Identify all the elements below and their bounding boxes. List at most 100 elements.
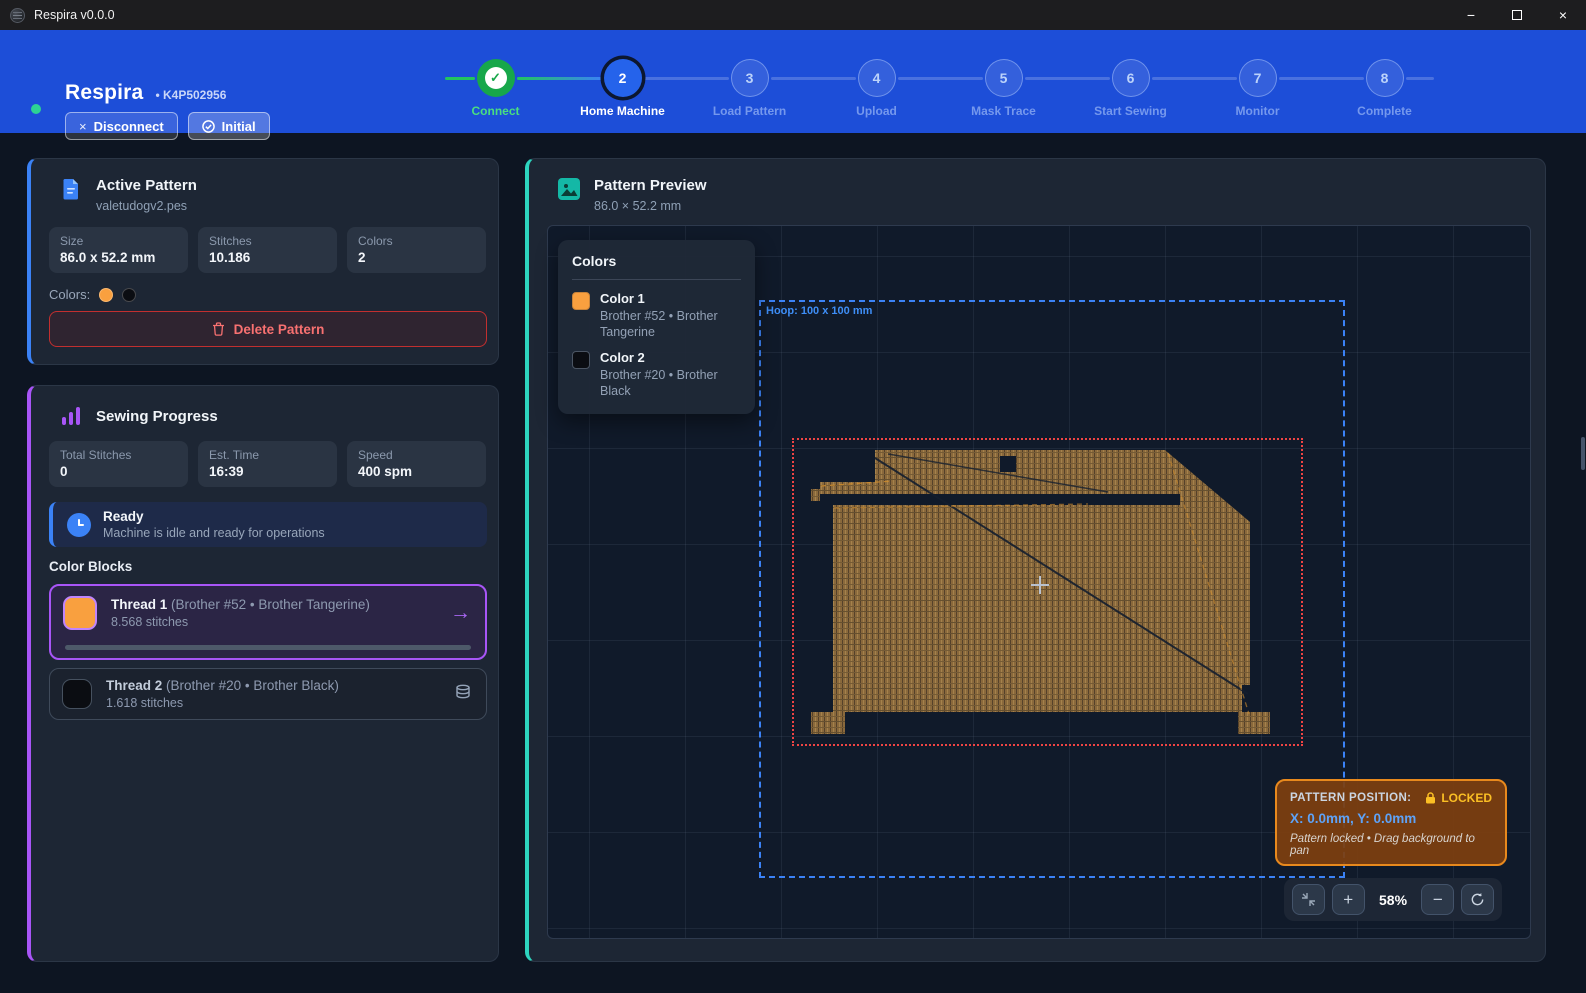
step-label: Connect (472, 104, 520, 118)
zoom-in-button[interactable]: + (1332, 884, 1365, 915)
title-bar: Respira v0.0.0 − × (0, 0, 1586, 30)
thread-detail: (Brother #52 • Brother Tangerine) (171, 597, 370, 612)
step-circle[interactable]: 2 (604, 59, 642, 97)
thread-1-go-arrow[interactable]: → (450, 601, 471, 625)
pattern-coordinates: X: 0.0mm, Y: 0.0mm (1290, 811, 1492, 826)
stepper: ✓ Connect 2 Home Machine 3Load Pattern4Uploa… (432, 30, 1448, 133)
pattern-lock-note: Pattern locked • Drag background to pan (1290, 833, 1492, 857)
step-circle[interactable]: 8 (1366, 59, 1404, 97)
minimize-button[interactable]: − (1448, 0, 1494, 30)
sewing-progress-title: Sewing Progress (96, 408, 218, 425)
pattern-position-label: PATTERN POSITION: (1290, 792, 1411, 804)
active-pattern-card: Active Pattern valetudogv2.pes Size 86.0… (27, 158, 499, 365)
status-title: Ready (103, 509, 325, 524)
disconnect-x-icon: × (79, 119, 87, 134)
step-label: Monitor (1236, 104, 1280, 118)
colors-legend: Colors Color 1 Brother #52 • Brother Tan… (558, 240, 755, 414)
machine-status-banner: Ready Machine is idle and ready for oper… (49, 502, 487, 547)
pattern-preview-title: Pattern Preview (594, 177, 707, 194)
image-icon (557, 177, 581, 201)
pattern-bounds-box (792, 438, 1303, 746)
stat-speed: Speed 400 spm (347, 441, 486, 487)
step-home-machine: 2 Home Machine (559, 30, 686, 133)
stat-est-time: Est. Time 16:39 (198, 441, 337, 487)
thread-2-swatch (62, 679, 92, 709)
scrollbar-thumb[interactable] (1581, 437, 1585, 470)
thread-2-card[interactable]: Thread 2 (Brother #20 • Brother Black) 1… (49, 668, 487, 720)
legend-color-sub: Brother #20 • Brother Black (600, 368, 741, 399)
pattern-dimensions: 86.0 × 52.2 mm (594, 199, 707, 213)
pattern-filename: valetudogv2.pes (96, 199, 197, 213)
step-circle[interactable]: 5 (985, 59, 1023, 97)
legend-color-name: Color 1 (600, 291, 741, 306)
fit-to-view-button[interactable] (1292, 884, 1325, 915)
window-controls: − × (1448, 0, 1586, 30)
legend-title: Colors (572, 253, 741, 269)
close-button[interactable]: × (1540, 0, 1586, 30)
legend-swatch-orange (572, 292, 590, 310)
thread-name-strong: Thread 2 (106, 678, 162, 693)
stepper-connector (445, 77, 475, 80)
step-label: Home Machine (580, 104, 665, 118)
connection-status-dot (31, 104, 41, 114)
locked-badge: LOCKED (1425, 791, 1492, 805)
header: Respira • K4P502956 × Disconnect Initial… (0, 30, 1586, 133)
step-upload: 4Upload (813, 30, 940, 133)
step-check-icon[interactable]: ✓ (477, 59, 515, 97)
step-circle[interactable]: 4 (858, 59, 896, 97)
color-dot-black (122, 288, 136, 302)
check-circle-icon (202, 120, 215, 133)
document-icon (59, 177, 83, 201)
lock-icon (1425, 792, 1436, 804)
step-circle[interactable]: 3 (731, 59, 769, 97)
stat-label: Speed (358, 448, 475, 462)
step-label: Complete (1357, 104, 1412, 118)
stepper-connector (644, 77, 729, 80)
bar-chart-icon (59, 404, 83, 428)
layers-icon (454, 683, 472, 701)
disconnect-label: Disconnect (94, 119, 164, 134)
color-blocks-heading: Color Blocks (49, 559, 132, 574)
thread-1-card[interactable]: Thread 1 (Brother #52 • Brother Tangerin… (49, 584, 487, 660)
stat-stitches: Stitches 10.186 (198, 227, 337, 273)
thread-name-strong: Thread 1 (111, 597, 167, 612)
initial-button[interactable]: Initial (188, 112, 270, 140)
stat-label: Est. Time (209, 448, 326, 462)
step-monitor: 7 Monitor (1194, 30, 1321, 133)
step-connect: ✓ Connect (432, 30, 559, 133)
disconnect-button[interactable]: × Disconnect (65, 112, 178, 140)
maximize-button[interactable] (1494, 0, 1540, 30)
stat-label: Colors (358, 234, 475, 248)
thread-1-progress-track (65, 645, 471, 650)
step-label: Start Sewing (1094, 104, 1167, 118)
initial-label: Initial (222, 119, 256, 134)
step-start-sewing: 6 Start Sewing (1067, 30, 1194, 133)
app-name: Respira (65, 81, 143, 105)
legend-item-color-2: Color 2 Brother #20 • Brother Black (572, 350, 741, 399)
pattern-preview-card: Pattern Preview 86.0 × 52.2 mm (525, 158, 1546, 962)
sewing-progress-card: Sewing Progress Total Stitches 0 Est. Ti… (27, 385, 499, 962)
clock-icon (67, 513, 91, 537)
stat-size: Size 86.0 x 52.2 mm (49, 227, 188, 273)
step-load-pattern: 3Load Pattern (686, 30, 813, 133)
maximize-icon (1512, 10, 1522, 20)
locked-label: LOCKED (1441, 791, 1492, 805)
stat-value: 16:39 (209, 464, 326, 479)
delete-pattern-button[interactable]: Delete Pattern (49, 311, 487, 347)
stat-value: 10.186 (209, 250, 326, 265)
thread-2-queue-icon (454, 683, 472, 706)
refresh-icon (1470, 892, 1485, 907)
step-circle[interactable]: 7 (1239, 59, 1277, 97)
window-title: Respira v0.0.0 (34, 8, 115, 22)
preview-canvas[interactable]: Hoop: 100 x 100 mm Colors Color 1 Brothe… (547, 225, 1531, 939)
delete-pattern-label: Delete Pattern (234, 322, 325, 337)
step-circle[interactable]: 6 (1112, 59, 1150, 97)
fit-icon (1301, 892, 1316, 907)
stepper-connector (517, 77, 602, 80)
machine-serial: • K4P502956 (155, 88, 226, 102)
stat-value: 2 (358, 250, 475, 265)
stat-label: Size (60, 234, 177, 248)
zoom-out-button[interactable]: − (1421, 884, 1454, 915)
reset-view-button[interactable] (1461, 884, 1494, 915)
thread-1-name: Thread 1 (Brother #52 • Brother Tangerin… (111, 597, 370, 612)
